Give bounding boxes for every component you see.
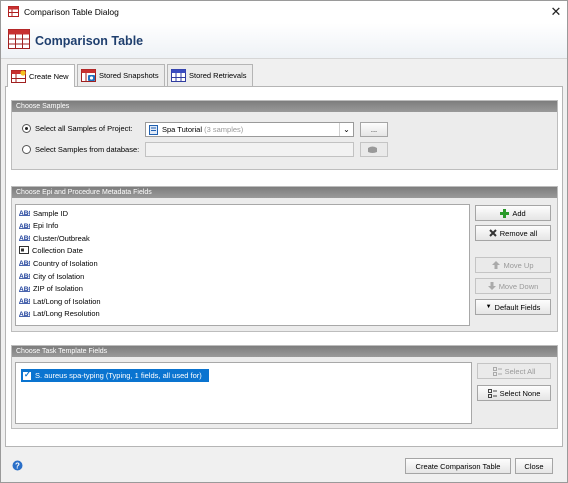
project-combo[interactable]: Spa Tutorial (3 samples) ⌄ — [145, 122, 354, 137]
arrow-up-icon — [492, 261, 501, 269]
task-template-checkbox[interactable] — [23, 370, 31, 380]
metadata-group-title: Choose Epi and Procedure Metadata Fields — [12, 187, 557, 198]
metadata-field-item[interactable]: ABCSample ID — [19, 207, 68, 219]
select-none-icon — [487, 388, 497, 398]
select-database-label: Select Samples from database: — [35, 145, 140, 154]
select-none-button[interactable]: Select None — [477, 385, 551, 401]
remove-all-button[interactable]: Remove all — [475, 225, 551, 241]
samples-group-title: Choose Samples — [12, 101, 557, 112]
project-name: Spa Tutorial — [162, 125, 203, 134]
date-field-icon — [19, 245, 32, 256]
tab-stored-snapshots[interactable]: Stored Snapshots — [77, 64, 165, 86]
task-template-label: S. aureus spa-typing (Typing, 1 fields, … — [35, 371, 202, 380]
metadata-field-item[interactable]: ABCLat/Long Resolution — [19, 308, 100, 320]
text-field-icon: ABC — [19, 233, 33, 243]
add-field-button[interactable]: Add — [475, 205, 551, 221]
metadata-field-list[interactable]: ABCSample IDABCEpi InfoABCCluster/Outbre… — [15, 204, 470, 326]
project-icon — [149, 125, 158, 137]
default-fields-label: Default Fields — [494, 302, 541, 312]
select-all-label: Select All — [504, 366, 536, 376]
database-samples-field[interactable] — [145, 142, 354, 157]
dialog-heading: Comparison Table — [35, 34, 144, 48]
metadata-field-item[interactable]: ABCCountry of Isolation — [19, 257, 98, 269]
metadata-field-label: Sample ID — [33, 208, 69, 218]
select-project-label: Select all Samples of Project: — [35, 124, 133, 133]
dialog-header: Comparison Table — [1, 23, 567, 59]
samples-group: Choose Samples Select all Samples of Pro… — [11, 100, 558, 170]
help-icon[interactable]: ? — [12, 460, 23, 473]
metadata-field-label: ZIP of Isolation — [33, 284, 83, 294]
move-down-button[interactable]: Move Down — [475, 278, 551, 294]
metadata-group: Choose Epi and Procedure Metadata Fields… — [11, 186, 558, 332]
default-fields-button[interactable]: ▼ Default Fields — [475, 299, 551, 315]
metadata-field-label: City of Isolation — [33, 271, 85, 281]
task-template-item[interactable]: S. aureus spa-typing (Typing, 1 fields, … — [21, 369, 209, 382]
dialog-window: Comparison Table Dialog ✕ Comparison Tab… — [0, 0, 568, 483]
select-database-radio[interactable] — [22, 145, 31, 154]
plus-icon — [500, 208, 510, 218]
snapshot-table-icon — [81, 69, 96, 82]
browse-project-button[interactable]: ... — [360, 122, 388, 137]
task-group-title: Choose Task Template Fields — [12, 346, 557, 357]
move-up-label: Move Up — [503, 260, 534, 270]
task-template-list[interactable]: S. aureus spa-typing (Typing, 1 fields, … — [15, 362, 472, 424]
select-all-button[interactable]: Select All — [477, 363, 551, 379]
metadata-field-label: Country of Isolation — [33, 258, 98, 268]
tab-panel: Choose Samples Select all Samples of Pro… — [5, 86, 563, 447]
svg-text:?: ? — [15, 461, 20, 470]
new-table-icon — [11, 69, 26, 83]
text-field-icon: ABC — [19, 258, 33, 268]
retrieval-table-icon — [171, 69, 186, 82]
text-field-icon: ABC — [19, 284, 33, 294]
metadata-field-item[interactable]: ABCCity of Isolation — [19, 270, 84, 282]
tab-label: Stored Retrievals — [189, 71, 247, 80]
metadata-field-item[interactable]: ABCCluster/Outbreak — [19, 232, 90, 244]
add-field-label: Add — [512, 208, 526, 218]
metadata-field-label: Epi Info — [33, 221, 59, 231]
text-field-icon: ABC — [19, 309, 33, 319]
create-comparison-table-button[interactable]: Create Comparison Table — [405, 458, 511, 474]
table-app-icon — [8, 6, 19, 19]
text-field-icon: ABC — [19, 296, 33, 306]
select-all-icon — [492, 366, 502, 376]
metadata-field-label: Cluster/Outbreak — [33, 233, 90, 243]
select-project-radio[interactable] — [22, 124, 31, 133]
metadata-field-item[interactable]: ABCZIP of Isolation — [19, 283, 83, 295]
task-group: Choose Task Template Fields S. aureus sp… — [11, 345, 558, 429]
arrow-down-icon — [487, 282, 496, 290]
metadata-field-item[interactable]: ABCLat/Long of Isolation — [19, 295, 101, 307]
database-icon — [368, 146, 377, 153]
text-field-icon: ABC — [19, 271, 33, 281]
database-button[interactable] — [360, 142, 388, 157]
remove-all-label: Remove all — [499, 228, 538, 238]
comparison-table-icon — [8, 29, 30, 51]
title-bar: Comparison Table Dialog ✕ — [1, 1, 567, 23]
metadata-field-item[interactable]: ABCEpi Info — [19, 220, 58, 232]
project-sample-count: (3 samples) — [204, 125, 244, 134]
text-field-icon: ABC — [19, 221, 33, 231]
move-up-button[interactable]: Move Up — [475, 257, 551, 273]
metadata-field-label: Lat/Long of Isolation — [33, 296, 101, 306]
tab-label: Create New — [29, 71, 69, 81]
tab-create-new[interactable]: Create New — [7, 64, 75, 87]
tab-stored-retrievals[interactable]: Stored Retrievals — [167, 64, 253, 86]
close-window-button[interactable]: ✕ — [547, 4, 565, 20]
window-title: Comparison Table Dialog — [24, 7, 119, 17]
move-down-label: Move Down — [498, 281, 539, 291]
remove-icon — [489, 229, 497, 237]
text-field-icon: ABC — [19, 208, 33, 218]
close-button[interactable]: Close — [515, 458, 553, 474]
select-none-label: Select None — [499, 388, 541, 398]
metadata-field-label: Lat/Long Resolution — [33, 309, 100, 319]
metadata-field-label: Collection Date — [32, 246, 83, 256]
metadata-field-item[interactable]: Collection Date — [19, 245, 83, 257]
chevron-down-icon[interactable]: ⌄ — [339, 123, 353, 136]
triangle-down-icon: ▼ — [485, 304, 492, 310]
tab-label: Stored Snapshots — [99, 71, 159, 80]
